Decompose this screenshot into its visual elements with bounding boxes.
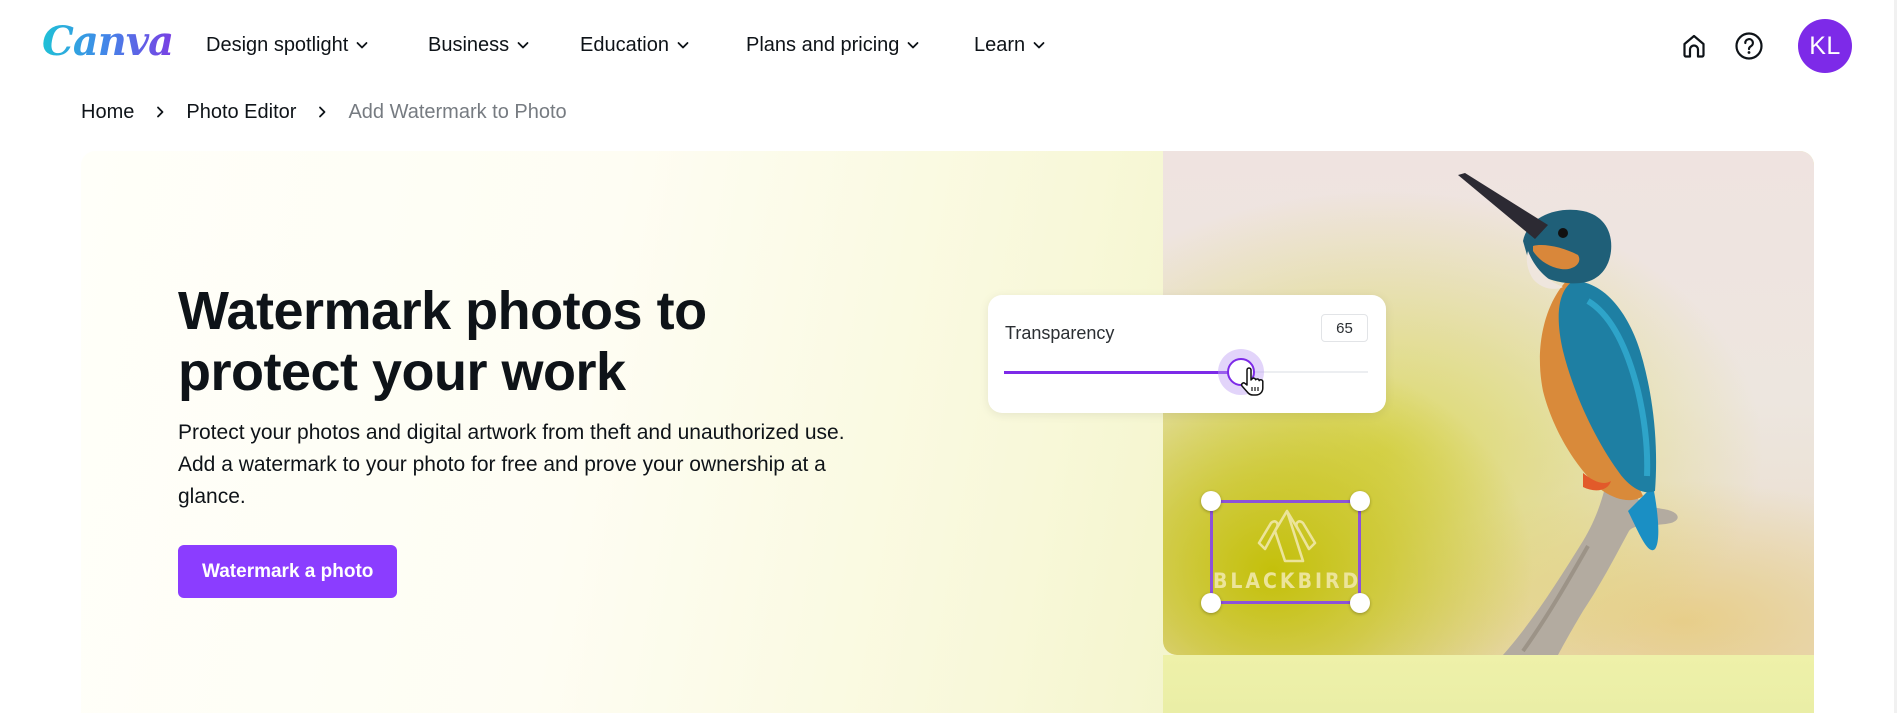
watermark-a-photo-button[interactable]: Watermark a photo (178, 545, 398, 598)
home-button[interactable] (1678, 30, 1710, 62)
help-icon (1735, 32, 1763, 60)
chevron-right-icon (319, 106, 326, 118)
photo-shadow-strip (1163, 655, 1814, 713)
breadcrumb-home[interactable]: Home (81, 99, 134, 125)
home-icon (1683, 34, 1705, 58)
transparency-label: Transparency (1005, 323, 1115, 343)
chevron-down-icon (1033, 42, 1045, 49)
transparency-value-field[interactable]: 65 (1321, 314, 1368, 342)
hero-description: Protect your photos and digital artwork … (178, 421, 845, 508)
hero-title-line-2: protect your work (178, 342, 626, 402)
resize-handle-top-right[interactable] (1350, 491, 1370, 511)
top-navigation-bar: Canva Design spotlight Business Educatio… (0, 0, 1897, 90)
help-button[interactable] (1733, 30, 1765, 62)
nav-education[interactable]: Education (580, 32, 691, 58)
user-avatar[interactable]: KL (1798, 19, 1852, 73)
resize-handle-bottom-left[interactable] (1201, 593, 1221, 613)
hero-title-line-1: Watermark photos to (178, 281, 707, 341)
watermark-text: BLACKBIRD (1213, 569, 1362, 593)
nav-plans-and-pricing[interactable]: Plans and pricing (746, 32, 921, 58)
nav-label: Business (428, 34, 510, 56)
hero-section: Watermark photos to protect your work Pr… (81, 151, 1814, 713)
breadcrumb: Home Photo Editor Add Watermark to Photo (81, 99, 567, 125)
slider-fill (1004, 370, 1241, 374)
resize-handle-bottom-right[interactable] (1350, 593, 1370, 613)
chevron-down-icon (908, 42, 919, 49)
breadcrumb-photo-editor[interactable]: Photo Editor (186, 99, 296, 125)
watermark-selection-box[interactable]: BLACKBIRD (1201, 491, 1370, 613)
nav-design-spotlight[interactable]: Design spotlight (206, 32, 370, 58)
resize-handle-top-left[interactable] (1201, 491, 1221, 511)
chevron-down-icon (517, 42, 529, 49)
pointer-hand-cursor-icon (1240, 367, 1264, 396)
canva-logo[interactable]: Canva (42, 18, 174, 66)
nav-label: Learn (974, 34, 1026, 56)
nav-label: Plans and pricing (746, 34, 900, 56)
nav-label: Education (580, 34, 669, 56)
nav-business[interactable]: Business (428, 32, 531, 58)
blackbird-logo-icon (1257, 509, 1317, 563)
hero-title: Watermark photos to protect your work (178, 281, 878, 403)
chevron-down-icon (356, 42, 368, 49)
chevron-down-icon (677, 42, 689, 49)
breadcrumb-current-page: Add Watermark to Photo (348, 101, 567, 123)
chevron-right-icon (157, 106, 164, 118)
nav-label: Design spotlight (206, 34, 349, 56)
nav-learn[interactable]: Learn (974, 32, 1047, 58)
transparency-slider[interactable] (1004, 349, 1368, 396)
transparency-panel: Transparency 65 (988, 295, 1386, 413)
